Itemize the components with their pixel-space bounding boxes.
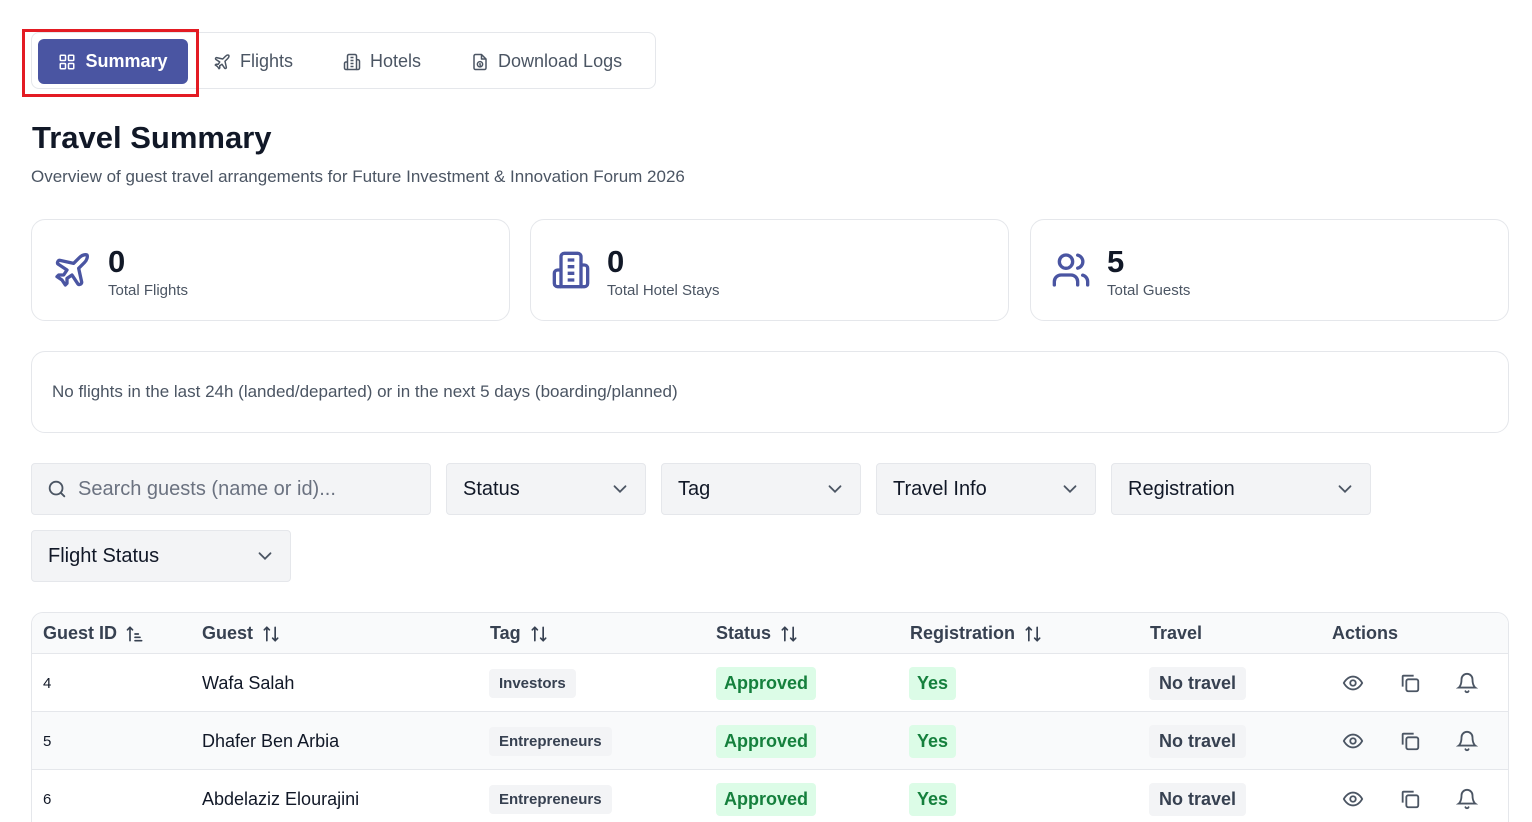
file-download-icon bbox=[471, 53, 489, 71]
tag-badge: Entrepreneurs bbox=[489, 784, 612, 814]
stat-value: 0 bbox=[607, 244, 625, 279]
tab-hotels[interactable]: Hotels bbox=[343, 39, 421, 84]
tab-bar: Summary Flights Hotels Download Logs bbox=[31, 32, 656, 89]
plane-icon bbox=[213, 53, 231, 71]
hotel-icon bbox=[343, 53, 361, 71]
travel-info-filter[interactable]: Travel Info bbox=[876, 463, 1096, 515]
tag-badge: Investors bbox=[489, 668, 576, 698]
select-label: Flight Status bbox=[48, 544, 160, 567]
select-label: Travel Info bbox=[893, 477, 987, 500]
table-header: Guest ID Guest Tag Status Registration T… bbox=[32, 613, 1508, 654]
header-actions: Actions bbox=[1332, 613, 1398, 654]
tab-label: Summary bbox=[85, 51, 168, 71]
grid-icon bbox=[58, 53, 76, 71]
select-label: Registration bbox=[1128, 477, 1235, 500]
header-label: Guest ID bbox=[43, 623, 118, 643]
header-guest-id[interactable]: Guest ID bbox=[43, 613, 145, 654]
chevron-down-icon bbox=[1334, 478, 1356, 500]
registration-badge: Yes bbox=[909, 724, 957, 758]
stat-card-hotel-stays: 0 Total Hotel Stays bbox=[530, 219, 1009, 321]
guest-id: 6 bbox=[43, 790, 52, 808]
tab-summary[interactable]: Summary bbox=[38, 39, 188, 84]
header-label: Status bbox=[716, 623, 772, 643]
users-icon bbox=[1051, 250, 1091, 290]
stat-card-flights: 0 Total Flights bbox=[31, 219, 510, 321]
select-label: Status bbox=[463, 477, 520, 500]
chevron-down-icon bbox=[254, 545, 276, 567]
tag-filter[interactable]: Tag bbox=[661, 463, 861, 515]
travel-badge: No travel bbox=[1149, 666, 1247, 700]
header-label: Actions bbox=[1332, 623, 1399, 643]
header-label: Registration bbox=[910, 623, 1016, 643]
stat-label: Total Guests bbox=[1107, 282, 1191, 299]
stat-card-guests: 5 Total Guests bbox=[1030, 219, 1509, 321]
stat-label: Total Hotel Stays bbox=[607, 282, 720, 299]
plane-icon bbox=[52, 250, 92, 290]
tab-label: Download Logs bbox=[498, 51, 623, 71]
guest-name: Abdelaziz Elourajini bbox=[202, 788, 360, 809]
tag-badge: Entrepreneurs bbox=[489, 726, 612, 756]
bell-icon[interactable] bbox=[1456, 672, 1478, 694]
guest-id: 4 bbox=[43, 674, 52, 692]
header-status[interactable]: Status bbox=[716, 613, 799, 654]
header-travel: Travel bbox=[1150, 613, 1202, 654]
page-title: Travel Summary bbox=[32, 120, 272, 155]
hotel-icon bbox=[551, 250, 591, 290]
table-row: 4 Wafa Salah Investors Approved Yes No t… bbox=[32, 654, 1508, 712]
search-icon bbox=[46, 478, 68, 500]
guest-id: 5 bbox=[43, 732, 52, 750]
sort-icon bbox=[779, 624, 799, 644]
header-label: Tag bbox=[490, 623, 521, 643]
select-label: Tag bbox=[678, 477, 711, 500]
copy-icon[interactable] bbox=[1399, 788, 1421, 810]
header-tag[interactable]: Tag bbox=[490, 613, 549, 654]
copy-icon[interactable] bbox=[1399, 672, 1421, 694]
registration-filter[interactable]: Registration bbox=[1111, 463, 1371, 515]
stat-label: Total Flights bbox=[108, 282, 189, 299]
view-icon[interactable] bbox=[1342, 730, 1364, 752]
table-row: 6 Abdelaziz Elourajini Entrepreneurs App… bbox=[32, 770, 1508, 822]
tab-label: Flights bbox=[240, 51, 294, 71]
header-label: Travel bbox=[1150, 623, 1203, 643]
status-badge: Approved bbox=[716, 724, 817, 758]
tab-label: Hotels bbox=[370, 51, 422, 71]
chevron-down-icon bbox=[824, 478, 846, 500]
tab-flights[interactable]: Flights bbox=[213, 39, 293, 84]
bell-icon[interactable] bbox=[1456, 788, 1478, 810]
chevron-down-icon bbox=[609, 478, 631, 500]
registration-badge: Yes bbox=[909, 666, 957, 700]
status-badge: Approved bbox=[716, 782, 817, 816]
chevron-down-icon bbox=[1059, 478, 1081, 500]
copy-icon[interactable] bbox=[1399, 730, 1421, 752]
travel-badge: No travel bbox=[1149, 724, 1247, 758]
view-icon[interactable] bbox=[1342, 788, 1364, 810]
stat-value: 5 bbox=[1107, 244, 1125, 279]
status-badge: Approved bbox=[716, 666, 817, 700]
sort-icon bbox=[529, 624, 549, 644]
search-box[interactable] bbox=[31, 463, 431, 515]
stat-value: 0 bbox=[108, 244, 126, 279]
sort-ascending-icon bbox=[125, 624, 145, 644]
guest-name: Dhafer Ben Arbia bbox=[202, 730, 340, 751]
travel-badge: No travel bbox=[1149, 782, 1247, 816]
guests-table: Guest ID Guest Tag Status Registration T… bbox=[31, 612, 1509, 822]
page-subtitle: Overview of guest travel arrangements fo… bbox=[31, 167, 685, 186]
bell-icon[interactable] bbox=[1456, 730, 1478, 752]
sort-icon bbox=[1023, 624, 1043, 644]
header-label: Guest bbox=[202, 623, 254, 643]
flight-status-filter[interactable]: Flight Status bbox=[31, 530, 291, 582]
view-icon[interactable] bbox=[1342, 672, 1364, 694]
tab-download-logs[interactable]: Download Logs bbox=[471, 39, 622, 84]
header-registration[interactable]: Registration bbox=[910, 613, 1043, 654]
sort-icon bbox=[261, 624, 281, 644]
header-guest[interactable]: Guest bbox=[202, 613, 281, 654]
status-filter[interactable]: Status bbox=[446, 463, 646, 515]
flight-notice: No flights in the last 24h (landed/depar… bbox=[31, 351, 1509, 433]
registration-badge: Yes bbox=[909, 782, 957, 816]
search-input[interactable] bbox=[78, 477, 418, 501]
guest-name: Wafa Salah bbox=[202, 672, 295, 693]
table-row: 5 Dhafer Ben Arbia Entrepreneurs Approve… bbox=[32, 712, 1508, 770]
